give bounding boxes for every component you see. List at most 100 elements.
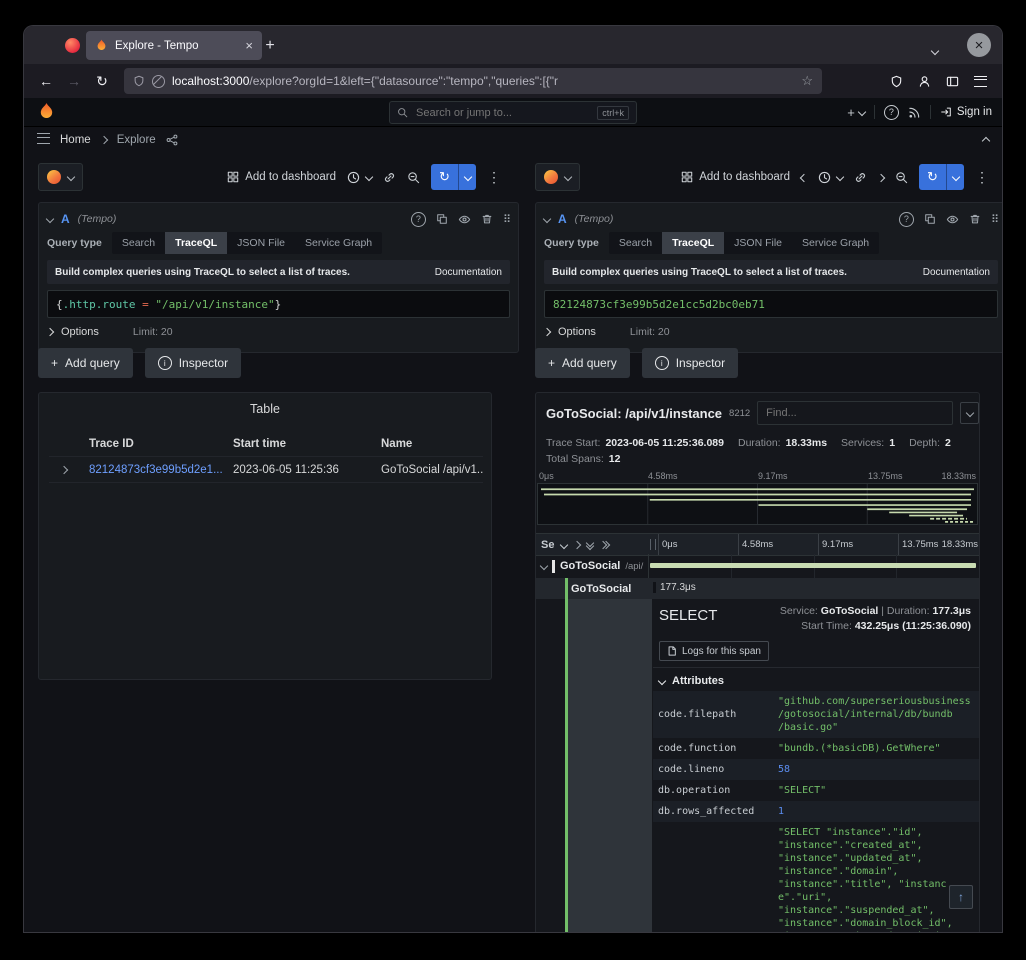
tab-close-icon[interactable]: × bbox=[245, 38, 253, 53]
tab-json-file[interactable]: JSON File bbox=[227, 232, 295, 254]
next-result-button[interactable] bbox=[960, 402, 979, 424]
menu-button[interactable] bbox=[968, 69, 992, 93]
copy-link-icon[interactable] bbox=[854, 171, 867, 184]
account-icon[interactable] bbox=[912, 69, 936, 93]
options-label[interactable]: Options bbox=[558, 326, 596, 338]
sidebar-icon[interactable] bbox=[940, 69, 964, 93]
window-close-button[interactable]: × bbox=[967, 33, 991, 57]
collapse-all-icon[interactable] bbox=[600, 542, 609, 548]
service-operation-header[interactable]: Se bbox=[536, 534, 658, 555]
sign-in-button[interactable]: Sign in bbox=[940, 106, 992, 118]
share-icon[interactable] bbox=[166, 134, 178, 146]
help-icon[interactable]: ? bbox=[884, 105, 899, 120]
browser-tab[interactable]: Explore - Tempo × bbox=[86, 31, 262, 60]
grafana-logo[interactable] bbox=[37, 102, 56, 121]
query-row-header[interactable]: A (Tempo) ? ⠿ bbox=[47, 208, 510, 230]
left-run-query-button[interactable]: ↻ bbox=[431, 164, 476, 190]
reload-button[interactable]: ↻ bbox=[90, 69, 114, 93]
tab-search[interactable]: Search bbox=[609, 232, 662, 254]
trace-id-link[interactable]: 82124873cf3e99b5d2e1... bbox=[89, 464, 233, 476]
tab-traceql[interactable]: TraceQL bbox=[165, 232, 227, 254]
span-row-root[interactable]: GoToSocial /api/ bbox=[536, 554, 979, 579]
tab-traceql[interactable]: TraceQL bbox=[662, 232, 724, 254]
right-add-to-dashboard-button[interactable]: Add to dashboard bbox=[681, 171, 790, 183]
site-permissions-icon[interactable] bbox=[152, 75, 165, 88]
mega-menu-button[interactable] bbox=[37, 131, 50, 149]
copy-query-icon[interactable] bbox=[924, 213, 936, 225]
refresh-icon[interactable]: ↻ bbox=[431, 164, 458, 190]
tab-search[interactable]: Search bbox=[112, 232, 165, 254]
left-add-to-dashboard-button[interactable]: Add to dashboard bbox=[227, 171, 336, 183]
right-time-picker-button[interactable] bbox=[818, 171, 843, 184]
remove-query-trash-icon[interactable] bbox=[481, 213, 493, 225]
query-row-header[interactable]: A (Tempo) ? ⠿ bbox=[544, 208, 998, 230]
collapse-query-icon[interactable] bbox=[543, 215, 551, 223]
run-query-dropdown[interactable] bbox=[946, 164, 964, 190]
span-bar[interactable] bbox=[650, 563, 976, 568]
news-icon[interactable] bbox=[908, 106, 921, 119]
collapse-toolbar-button[interactable] bbox=[983, 131, 989, 149]
shield-icon[interactable] bbox=[884, 69, 908, 93]
right-datasource-picker[interactable] bbox=[535, 163, 580, 191]
right-more-button[interactable]: ⋮ bbox=[975, 169, 989, 186]
drag-handle-icon[interactable]: ⠿ bbox=[503, 213, 510, 226]
documentation-link[interactable]: Documentation bbox=[923, 267, 990, 278]
remove-query-trash-icon[interactable] bbox=[969, 213, 981, 225]
options-chevron-icon[interactable] bbox=[543, 328, 551, 336]
add-query-button[interactable]: + Add query bbox=[38, 348, 133, 378]
query-help-icon[interactable]: ? bbox=[899, 212, 914, 227]
copy-query-icon[interactable] bbox=[436, 213, 448, 225]
table-row[interactable]: 82124873cf3e99b5d2e1... 2023-06-05 11:25… bbox=[49, 456, 483, 483]
list-tabs-button[interactable] bbox=[932, 41, 938, 59]
back-button[interactable]: ← bbox=[34, 69, 58, 93]
expand-row-icon[interactable] bbox=[49, 464, 89, 476]
scroll-to-top-button[interactable]: ↑ bbox=[949, 885, 973, 909]
query-help-icon[interactable]: ? bbox=[411, 212, 426, 227]
firefox-view-icon[interactable] bbox=[65, 38, 80, 53]
inspector-button[interactable]: iInspector bbox=[145, 348, 241, 378]
hide-query-eye-icon[interactable] bbox=[946, 213, 959, 226]
tracking-protection-shield-icon[interactable] bbox=[133, 75, 145, 87]
find-input[interactable] bbox=[757, 401, 953, 425]
span-row-selected[interactable]: GoToSocial 177.3μs bbox=[536, 578, 979, 599]
collapse-query-icon[interactable] bbox=[46, 215, 54, 223]
tab-json-file[interactable]: JSON File bbox=[724, 232, 792, 254]
expand-one-icon[interactable] bbox=[574, 542, 580, 548]
right-run-query-button[interactable]: ↻ bbox=[919, 164, 964, 190]
new-button[interactable]: + bbox=[847, 105, 865, 120]
zoom-out-icon[interactable] bbox=[895, 171, 908, 184]
time-shift-forward-button[interactable] bbox=[878, 168, 884, 186]
tab-service-graph[interactable]: Service Graph bbox=[295, 232, 382, 254]
copy-link-icon[interactable] bbox=[383, 171, 396, 184]
column-resizer[interactable] bbox=[650, 539, 656, 550]
run-query-dropdown[interactable] bbox=[458, 164, 476, 190]
inspector-button[interactable]: iInspector bbox=[642, 348, 738, 378]
left-time-picker-button[interactable] bbox=[347, 171, 372, 184]
refresh-icon[interactable]: ↻ bbox=[919, 164, 946, 190]
drag-handle-icon[interactable]: ⠿ bbox=[991, 213, 998, 226]
time-shift-back-button[interactable] bbox=[801, 168, 807, 186]
global-search[interactable]: ctrl+k bbox=[389, 101, 637, 124]
new-tab-button[interactable]: + bbox=[258, 34, 282, 58]
tab-service-graph[interactable]: Service Graph bbox=[792, 232, 879, 254]
documentation-link[interactable]: Documentation bbox=[435, 267, 502, 278]
hide-query-eye-icon[interactable] bbox=[458, 213, 471, 226]
add-query-button[interactable]: + Add query bbox=[535, 348, 630, 378]
options-label[interactable]: Options bbox=[61, 326, 99, 338]
bookmark-star-icon[interactable]: ☆ bbox=[801, 73, 813, 89]
sort-chevron-icon[interactable] bbox=[560, 540, 568, 548]
left-datasource-picker[interactable] bbox=[38, 163, 83, 191]
logs-for-span-button[interactable]: Logs for this span bbox=[659, 641, 769, 661]
traceql-query-input[interactable]: 82124873cf3e99b5d2e1cc5d2bc0eb71 bbox=[544, 290, 998, 318]
breadcrumb-home[interactable]: Home bbox=[60, 134, 91, 146]
collapse-span-icon[interactable] bbox=[540, 562, 548, 570]
expand-all-icon[interactable] bbox=[587, 540, 593, 549]
trace-minimap[interactable] bbox=[537, 483, 978, 525]
url-bar[interactable]: localhost:3000/explore?orgId=1&left={"da… bbox=[124, 68, 822, 94]
traceql-query-input[interactable]: {.http.route = "/api/v1/instance"} bbox=[47, 290, 510, 318]
zoom-out-icon[interactable] bbox=[407, 171, 420, 184]
forward-button[interactable]: → bbox=[62, 69, 86, 93]
search-input[interactable] bbox=[414, 106, 591, 120]
attributes-toggle[interactable]: Attributes bbox=[659, 675, 724, 687]
left-more-button[interactable]: ⋮ bbox=[487, 169, 501, 186]
